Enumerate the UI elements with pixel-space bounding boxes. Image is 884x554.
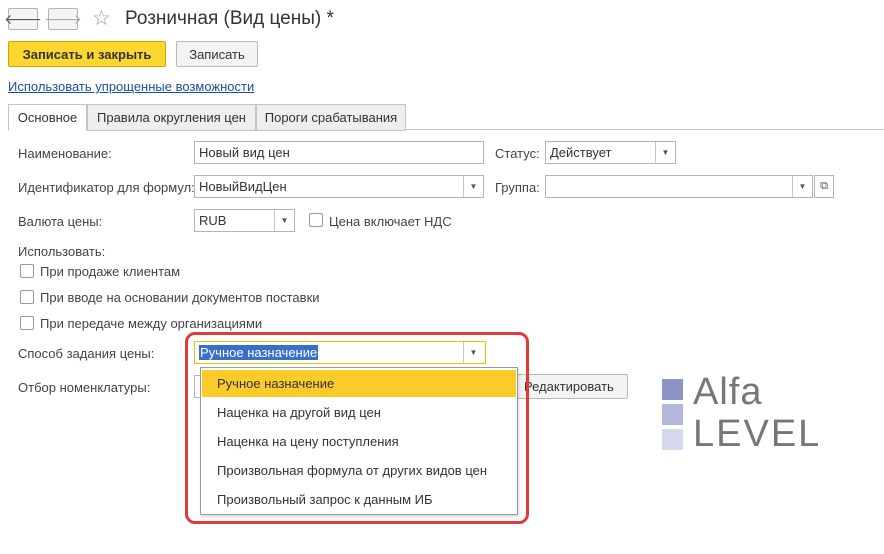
logo-text-level: LEVEL: [693, 413, 822, 455]
formula-id-field[interactable]: НовыйВидЦен ▼: [194, 175, 484, 198]
name-field[interactable]: Новый вид цен: [194, 141, 484, 164]
open-icon[interactable]: ⧉: [814, 175, 834, 198]
chevron-down-icon[interactable]: ▼: [655, 142, 675, 163]
highlight-frame: [185, 332, 529, 524]
logo-square-2: [662, 404, 683, 425]
group-label: Группа:: [495, 180, 540, 195]
chevron-down-icon[interactable]: ▼: [792, 176, 812, 197]
simplified-mode-link[interactable]: Использовать упрощенные возможности: [8, 79, 254, 94]
use-transfer-label: При передаче между организациями: [40, 316, 263, 331]
status-value: Действует: [550, 145, 612, 160]
page-title: Розничная (Вид цены) *: [125, 8, 334, 29]
use-supply-label: При вводе на основании документов постав…: [40, 290, 320, 305]
tab-thresholds[interactable]: Пороги срабатывания: [256, 104, 406, 131]
price-method-label: Способ задания цены:: [18, 346, 155, 361]
arrow-right-icon: 🡒: [44, 10, 82, 27]
save-button[interactable]: Записать: [176, 41, 258, 67]
vat-included-label: Цена включает НДС: [329, 214, 452, 229]
formula-id-label: Идентификатор для формул:: [18, 180, 195, 195]
status-label: Статус:: [495, 146, 540, 161]
save-and-close-button[interactable]: Записать и закрыть: [8, 41, 166, 67]
currency-label: Валюта цены:: [18, 214, 103, 229]
star-icon[interactable]: ☆: [92, 6, 111, 31]
name-label: Наименование:: [18, 146, 112, 161]
edit-filter-button[interactable]: Редактировать: [517, 374, 628, 399]
logo-square-1: [662, 379, 683, 400]
use-label: Использовать:: [18, 244, 106, 259]
use-sales-checkbox[interactable]: [20, 264, 34, 278]
arrow-left-icon: 🡐: [4, 10, 42, 27]
use-sales-label: При продаже клиентам: [40, 264, 181, 279]
group-field[interactable]: ▼: [545, 175, 813, 198]
nomenclature-filter-label: Отбор номенклатуры:: [18, 380, 151, 395]
logo-square-3: [662, 429, 683, 450]
tab-rounding-rules[interactable]: Правила округления цен: [87, 104, 256, 131]
chevron-down-icon[interactable]: ▼: [274, 210, 294, 231]
use-supply-checkbox[interactable]: [20, 290, 34, 304]
forward-button[interactable]: 🡒: [44, 8, 82, 30]
vat-included-checkbox[interactable]: [309, 213, 323, 227]
tab-main[interactable]: Основное: [8, 104, 87, 131]
name-value: Новый вид цен: [199, 145, 290, 160]
back-button[interactable]: 🡐: [4, 8, 42, 30]
currency-value: RUB: [199, 213, 227, 228]
chevron-down-icon[interactable]: ▼: [463, 176, 483, 197]
logo-text-alfa: Alfa: [693, 371, 763, 413]
currency-select[interactable]: RUB ▼: [194, 209, 295, 232]
use-transfer-checkbox[interactable]: [20, 316, 34, 330]
formula-id-value: НовыйВидЦен: [199, 179, 287, 194]
status-select[interactable]: Действует ▼: [545, 141, 676, 164]
